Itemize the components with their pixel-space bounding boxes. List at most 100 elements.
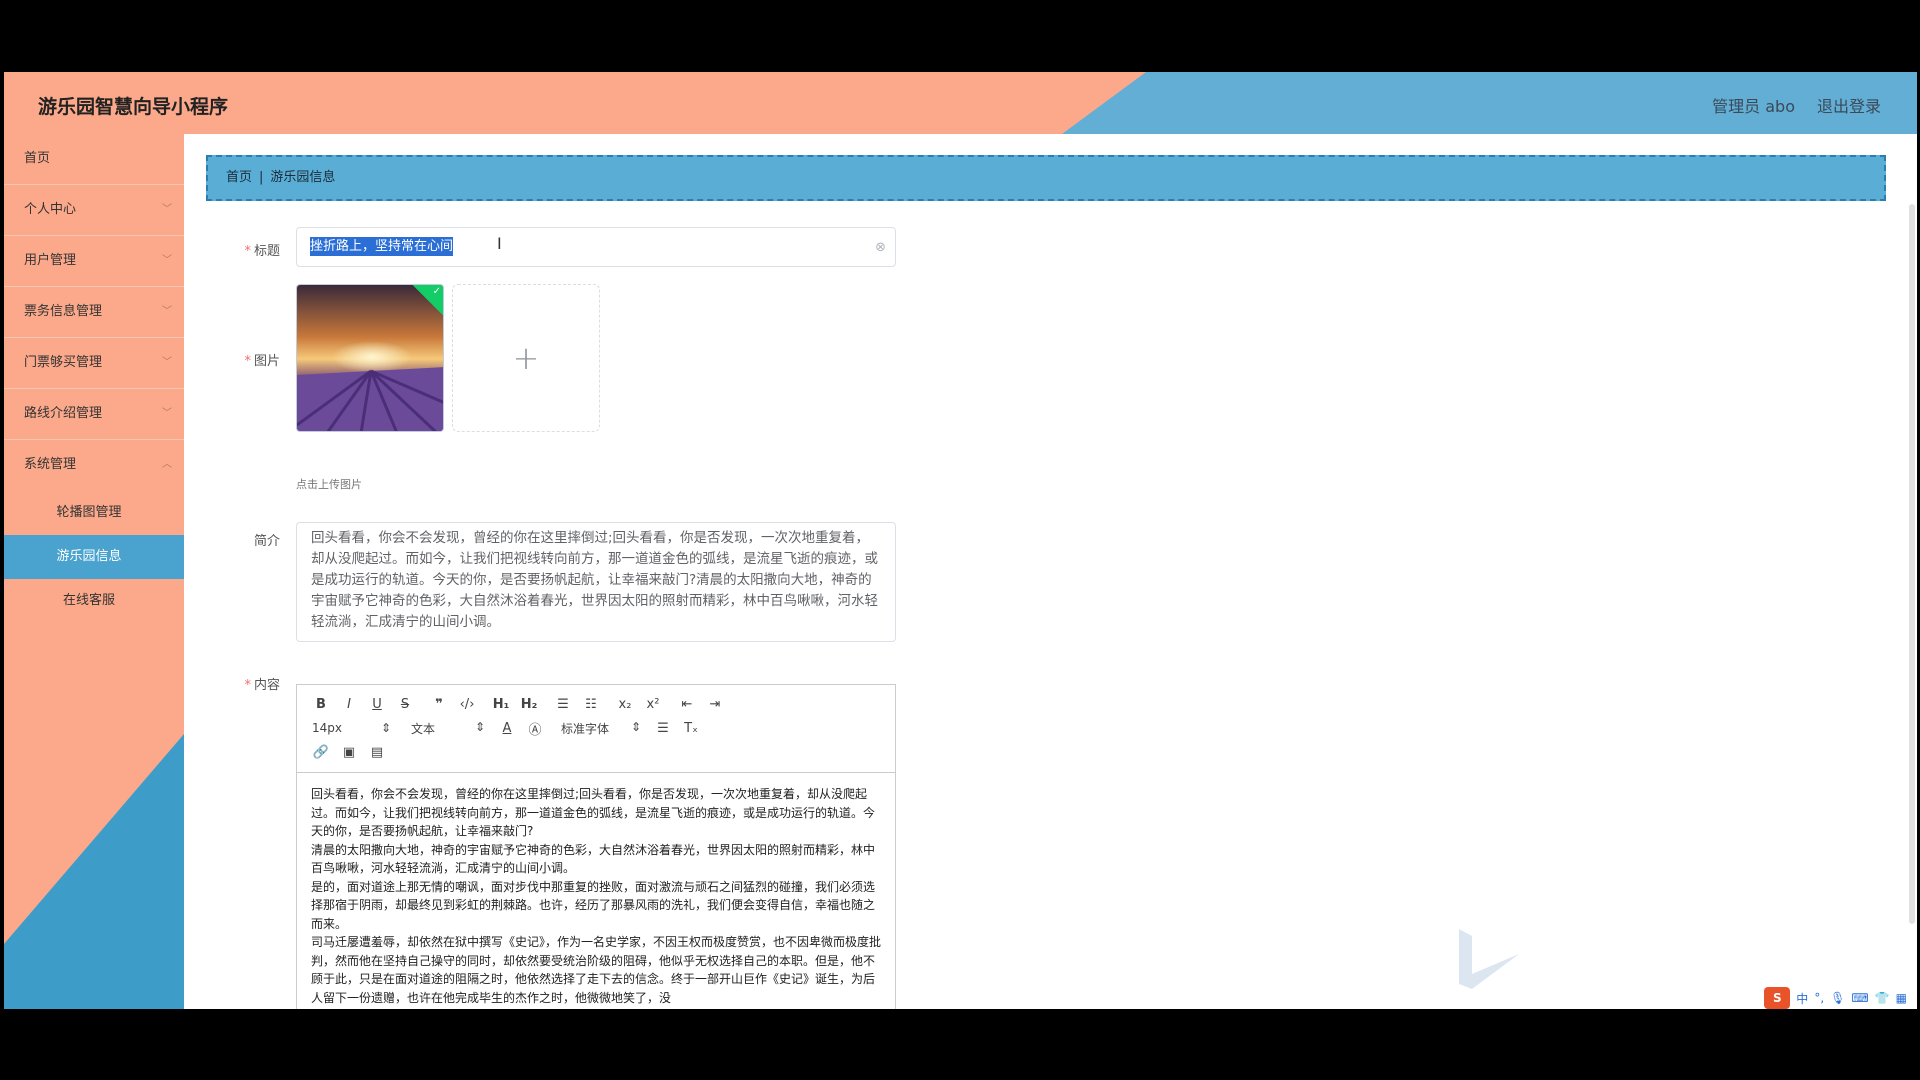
- title-input-value: 挫折路上，坚持常在心间: [310, 237, 454, 256]
- sidebar-item-label: 个人中心: [24, 202, 77, 217]
- clear-icon[interactable]: ⊗: [875, 229, 886, 267]
- link-icon[interactable]: 🔗: [307, 745, 335, 760]
- code-block-icon[interactable]: ‹/›: [453, 697, 481, 712]
- app-title: 游乐园智慧向导小程序: [38, 96, 229, 118]
- outdent-icon[interactable]: ⇤: [673, 697, 701, 712]
- bold-icon[interactable]: B: [307, 697, 335, 712]
- bullet-list-icon[interactable]: ☷: [577, 697, 605, 712]
- check-icon: ✓: [432, 285, 441, 297]
- required-mark: *: [244, 678, 251, 693]
- sidebar-item-ticket-purchase[interactable]: 门票够买管理 ﹀: [4, 338, 184, 389]
- punctuation-icon[interactable]: °,: [1814, 991, 1824, 1005]
- sidebar-item-user-management[interactable]: 用户管理 ﹀: [4, 236, 184, 287]
- font-family-picker[interactable]: 标准字体 ⇕: [549, 720, 641, 737]
- skin-icon[interactable]: 👕: [1875, 991, 1890, 1005]
- heading1-icon[interactable]: H₁: [487, 697, 515, 712]
- subscript-icon[interactable]: x₂: [611, 697, 639, 712]
- toolbox-icon[interactable]: ▦: [1896, 991, 1907, 1005]
- chevron-down-icon: ﹀: [162, 357, 172, 368]
- breadcrumb-home[interactable]: 首页: [226, 170, 252, 185]
- video-icon[interactable]: ▤: [363, 745, 391, 760]
- top-header: 游乐园智慧向导小程序 管理员 abo 退出登录: [4, 72, 1917, 134]
- sidebar-item-system-management[interactable]: 系统管理 ︿: [4, 440, 184, 491]
- admin-user-label[interactable]: 管理员 abo: [1712, 93, 1795, 117]
- sidebar-subitem-online-service[interactable]: 在线客服: [4, 579, 184, 623]
- chevron-down-icon: ﹀: [162, 255, 172, 266]
- upload-image-button[interactable]: +: [452, 284, 600, 432]
- breadcrumb: 首页 | 游乐园信息: [206, 155, 1886, 201]
- intro-field-label: 简介: [220, 530, 280, 549]
- superscript-icon[interactable]: x²: [639, 697, 667, 712]
- title-label-text: 标题: [253, 244, 280, 259]
- heading2-icon[interactable]: H₂: [515, 697, 543, 712]
- main-content: 首页 | 游乐园信息 * 标题 挫折路上，坚持常在心间 ⊗ I * 图片 ✓ +…: [184, 134, 1917, 1009]
- sidebar-item-personal-center[interactable]: 个人中心 ﹀: [4, 185, 184, 236]
- sidebar-subitem-label: 游乐园信息: [56, 549, 122, 564]
- required-mark: *: [244, 244, 251, 259]
- content-field-label: * 内容: [220, 674, 280, 693]
- app-window: 游乐园智慧向导小程序 管理员 abo 退出登录 首页 个人中心 ﹀ 用户管理 ﹀ 票…: [4, 72, 1917, 1009]
- sidebar-subitem-label: 轮播图管理: [56, 505, 122, 520]
- microphone-icon[interactable]: 🎙: [1830, 991, 1845, 1005]
- sidebar-subitem-label: 在线客服: [62, 593, 115, 608]
- keyboard-icon[interactable]: ⌨: [1851, 991, 1868, 1005]
- header-picker-value: 文本: [411, 721, 436, 736]
- header-user-area: 管理员 abo 退出登录: [1712, 93, 1881, 117]
- image-field-label: * 图片: [220, 350, 280, 369]
- ordered-list-icon[interactable]: ☰: [549, 697, 577, 712]
- editor-toolbar: B I U S ❞ ‹/› H₁ H₂ ☰ ☷ x₂ x² ⇤ ⇥ 14px ⇕…: [297, 685, 895, 773]
- sidebar-item-home[interactable]: 首页: [4, 134, 184, 185]
- sidebar-subitem-carousel[interactable]: 轮播图管理: [4, 491, 184, 535]
- updown-icon: ⇕: [380, 721, 391, 735]
- align-icon[interactable]: ☰: [649, 721, 677, 736]
- image-icon[interactable]: ▣: [335, 745, 363, 760]
- required-mark: *: [244, 354, 251, 369]
- sidebar-item-label: 系统管理: [24, 457, 77, 472]
- sidebar-item-ticket-info[interactable]: 票务信息管理 ﹀: [4, 287, 184, 338]
- logout-button[interactable]: 退出登录: [1817, 93, 1881, 117]
- strike-icon[interactable]: S: [391, 697, 419, 712]
- lavender-field-image: [297, 285, 443, 431]
- chevron-down-icon: ﹀: [162, 306, 172, 317]
- indent-icon[interactable]: ⇥: [701, 697, 729, 712]
- sidebar-item-label: 首页: [24, 151, 51, 166]
- underline-icon[interactable]: U: [363, 697, 391, 712]
- editor-paragraph: 回头看看，你会不会发现，曾经的你在这里摔倒过;回头看看，你是否发现，一次次地重复…: [311, 787, 876, 838]
- editor-paragraph: 清晨的太阳撒向大地，神奇的宇宙赋予它神奇的色彩，大自然沐浴着春光，世界因太阳的照…: [311, 842, 876, 876]
- sidebar-item-route-intro[interactable]: 路线介绍管理 ﹀: [4, 389, 184, 440]
- updown-icon: ⇕: [474, 719, 485, 734]
- title-field-label: * 标题: [220, 240, 280, 259]
- content-label-text: 内容: [253, 678, 280, 693]
- blockquote-icon[interactable]: ❞: [425, 697, 453, 712]
- font-family-value: 标准字体: [561, 721, 610, 736]
- sidebar-subitem-park-info[interactable]: 游乐园信息: [4, 535, 184, 579]
- rich-text-editor[interactable]: B I U S ❞ ‹/› H₁ H₂ ☰ ☷ x₂ x² ⇤ ⇥ 14px ⇕…: [296, 684, 896, 1009]
- editor-body[interactable]: 回头看看，你会不会发现，曾经的你在这里摔倒过;回头看看，你是否发现，一次次地重复…: [297, 773, 895, 1009]
- font-color-icon[interactable]: A: [493, 721, 521, 736]
- sogou-logo-icon[interactable]: S: [1764, 987, 1791, 1009]
- sidebar-item-label: 门票够买管理: [24, 355, 103, 370]
- image-label-text: 图片: [253, 354, 280, 369]
- chevron-down-icon: ﹀: [162, 408, 172, 419]
- italic-icon[interactable]: I: [335, 697, 363, 712]
- ime-language-toggle[interactable]: 中: [1796, 990, 1808, 1007]
- clear-format-icon[interactable]: Tₓ: [677, 721, 705, 736]
- editor-paragraph: 司马迁屡遭羞辱，却依然在狱中撰写《史记》，作为一名史学家，不因王权而极度赞赏，也…: [311, 935, 882, 1005]
- sidebar-item-label: 路线介绍管理: [24, 406, 103, 421]
- sidebar-item-label: 票务信息管理: [24, 304, 103, 319]
- plus-icon: +: [512, 339, 540, 377]
- ime-toolbar: S 中 °, 🎙 ⌨ 👕 ▦: [1764, 987, 1907, 1009]
- chevron-up-icon: ︿: [162, 459, 172, 470]
- intro-label-text: 简介: [253, 534, 280, 549]
- background-color-icon[interactable]: Ⓐ: [521, 719, 549, 738]
- font-size-picker[interactable]: 14px ⇕: [307, 721, 391, 735]
- breadcrumb-separator: |: [259, 170, 264, 185]
- vertical-scrollbar[interactable]: [1909, 204, 1915, 924]
- title-input[interactable]: 挫折路上，坚持常在心间 ⊗: [296, 227, 896, 267]
- uploaded-image-thumbnail[interactable]: ✓: [296, 284, 444, 432]
- header-picker[interactable]: 文本 ⇕: [399, 720, 485, 737]
- upload-tip: 点击上传图片: [296, 478, 362, 491]
- sidebar-item-label: 用户管理: [24, 253, 77, 268]
- intro-textarea[interactable]: 回头看看，你会不会发现，曾经的你在这里摔倒过;回头看看，你是否发现，一次次地重复…: [296, 522, 896, 642]
- watermark-logo: [1454, 924, 1524, 998]
